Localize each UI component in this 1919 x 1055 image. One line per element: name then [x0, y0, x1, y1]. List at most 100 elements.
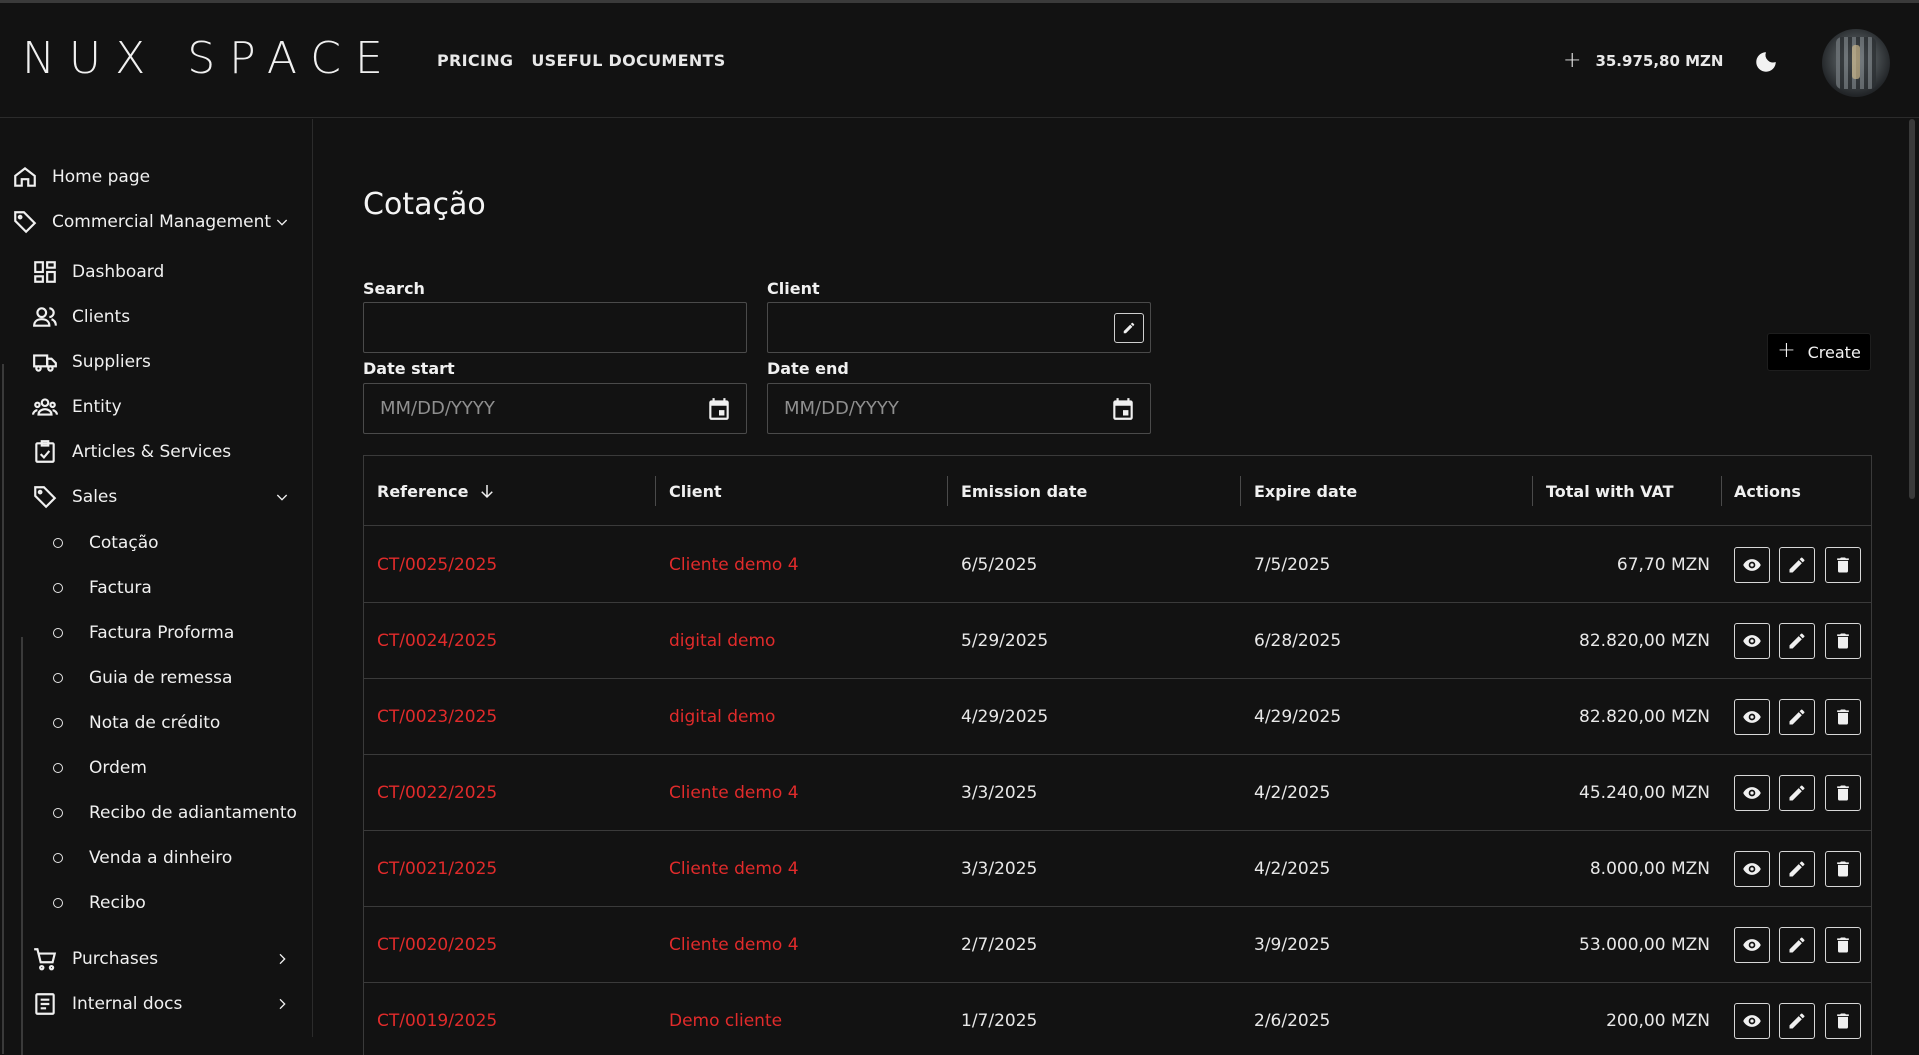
- sidebar-item-sales[interactable]: Sales: [32, 484, 292, 510]
- column-header-expire-date[interactable]: Expire date: [1254, 456, 1357, 526]
- moon-icon[interactable]: [1753, 49, 1779, 75]
- delete-button[interactable]: [1825, 851, 1861, 887]
- reference-link[interactable]: CT/0021/2025: [377, 831, 497, 907]
- delete-button[interactable]: [1825, 927, 1861, 963]
- bullet-icon: [53, 538, 63, 548]
- reference-link[interactable]: CT/0025/2025: [377, 527, 497, 603]
- sidebar-item-dashboard[interactable]: Dashboard: [32, 259, 164, 285]
- date-end-input[interactable]: [768, 384, 1150, 433]
- trash-icon: [1837, 785, 1849, 801]
- sidebar-item-label: Entity: [72, 397, 122, 417]
- view-button[interactable]: [1734, 623, 1770, 659]
- delete-button[interactable]: [1825, 547, 1861, 583]
- create-button[interactable]: + Create: [1767, 333, 1871, 371]
- delete-button[interactable]: [1825, 775, 1861, 811]
- delete-button[interactable]: [1825, 623, 1861, 659]
- delete-button[interactable]: [1825, 699, 1861, 735]
- reference-link[interactable]: CT/0019/2025: [377, 983, 497, 1055]
- sidebar-subitem-recibo-de-adiantamento[interactable]: Recibo de adiantamento: [53, 803, 297, 823]
- sidebar-item-entity[interactable]: Entity: [32, 394, 122, 420]
- view-button[interactable]: [1734, 775, 1770, 811]
- view-button[interactable]: [1734, 699, 1770, 735]
- emission-date-cell: 3/3/2025: [961, 859, 1038, 879]
- sidebar-item-internal-docs[interactable]: Internal docs: [32, 991, 292, 1017]
- sidebar-subitem-cotacao[interactable]: Cotação: [53, 533, 159, 553]
- date-start-input[interactable]: [364, 384, 746, 433]
- sidebar-item-label: Recibo: [89, 893, 146, 913]
- view-button[interactable]: [1734, 1003, 1770, 1039]
- client-link[interactable]: Cliente demo 4: [669, 907, 799, 983]
- edit-button[interactable]: [1779, 623, 1815, 659]
- search-input[interactable]: [364, 303, 746, 352]
- sidebar-item-clients[interactable]: Clients: [32, 304, 130, 330]
- view-button[interactable]: [1734, 927, 1770, 963]
- delete-button[interactable]: [1825, 1003, 1861, 1039]
- sidebar-subitem-guia-de-remessa[interactable]: Guia de remessa: [53, 668, 232, 688]
- sidebar-subitem-nota-de-credito[interactable]: Nota de crédito: [53, 713, 220, 733]
- sidebar-subitem-ordem[interactable]: Ordem: [53, 758, 147, 778]
- sidebar-subitem-recibo[interactable]: Recibo: [53, 893, 146, 913]
- client-input[interactable]: [768, 303, 1150, 352]
- client-link[interactable]: digital demo: [669, 603, 775, 679]
- emission-date-cell: 6/5/2025: [961, 555, 1038, 575]
- sidebar-item-articles-services[interactable]: Articles & Services: [32, 439, 231, 465]
- bullet-icon: [53, 718, 63, 728]
- client-link[interactable]: Cliente demo 4: [669, 527, 799, 603]
- calendar-icon[interactable]: [706, 396, 732, 422]
- bullet-icon: [53, 808, 63, 818]
- nav-link-pricing[interactable]: PRICING: [437, 51, 513, 70]
- client-link[interactable]: Cliente demo 4: [669, 755, 799, 831]
- sidebar-subitem-factura[interactable]: Factura: [53, 578, 152, 598]
- reference-link[interactable]: CT/0024/2025: [377, 603, 497, 679]
- reference-link[interactable]: CT/0023/2025: [377, 679, 497, 755]
- plus-icon: +: [1563, 48, 1582, 73]
- bullet-icon: [53, 628, 63, 638]
- column-separator: [1532, 476, 1533, 506]
- client-link[interactable]: digital demo: [669, 679, 775, 755]
- edit-button[interactable]: [1779, 1003, 1815, 1039]
- total-cell: 8.000,00 MZN: [1589, 859, 1710, 879]
- sidebar-item-label: Venda a dinheiro: [89, 848, 233, 868]
- column-header-client[interactable]: Client: [669, 456, 722, 526]
- column-header-emission-date[interactable]: Emission date: [961, 456, 1087, 526]
- client-edit-button[interactable]: [1114, 313, 1144, 343]
- table-row: CT/0022/2025 Cliente demo 4 3/3/2025 4/2…: [364, 755, 1871, 831]
- reference-link[interactable]: CT/0020/2025: [377, 907, 497, 983]
- edit-button[interactable]: [1779, 775, 1815, 811]
- user-avatar[interactable]: [1822, 29, 1890, 97]
- page-scrollbar[interactable]: [1909, 119, 1915, 499]
- edit-icon: [1789, 785, 1805, 801]
- sidebar-item-label: Sales: [72, 487, 118, 507]
- cart-icon: [34, 948, 57, 971]
- sidebar-subitem-venda-a-dinheiro[interactable]: Venda a dinheiro: [53, 848, 232, 868]
- sidebar-item-label: Factura: [89, 578, 152, 598]
- column-header-reference[interactable]: Reference: [377, 456, 496, 526]
- table-row: CT/0019/2025 Demo cliente 1/7/2025 2/6/2…: [364, 983, 1871, 1055]
- emission-date-cell: 4/29/2025: [961, 707, 1049, 727]
- sidebar-item-commercial-management[interactable]: Commercial Management: [12, 209, 292, 235]
- edit-button[interactable]: [1779, 927, 1815, 963]
- client-link[interactable]: Demo cliente: [669, 983, 782, 1055]
- reference-link[interactable]: CT/0022/2025: [377, 755, 497, 831]
- column-separator: [655, 476, 656, 506]
- total-cell: 67,70 MZN: [1616, 555, 1710, 575]
- balance-button[interactable]: + 35.975,80 MZN: [1563, 50, 1723, 72]
- edit-button[interactable]: [1779, 851, 1815, 887]
- edit-icon: [1789, 1013, 1805, 1029]
- view-button[interactable]: [1734, 851, 1770, 887]
- sidebar-subitem-factura-proforma[interactable]: Factura Proforma: [53, 623, 234, 643]
- edit-icon: [1789, 937, 1805, 953]
- app-logo[interactable]: NUX SPACE: [22, 33, 397, 84]
- expire-date-cell: 4/2/2025: [1254, 859, 1331, 879]
- sidebar-item-suppliers[interactable]: Suppliers: [32, 349, 151, 375]
- sidebar-item-home[interactable]: Home page: [12, 164, 150, 190]
- create-button-label: Create: [1807, 342, 1861, 362]
- sidebar-item-purchases[interactable]: Purchases: [32, 946, 292, 972]
- view-button[interactable]: [1734, 547, 1770, 583]
- edit-button[interactable]: [1779, 699, 1815, 735]
- column-header-total-with-vat[interactable]: Total with VAT: [1546, 456, 1674, 526]
- edit-button[interactable]: [1779, 547, 1815, 583]
- client-link[interactable]: Cliente demo 4: [669, 831, 799, 907]
- calendar-icon[interactable]: [1110, 396, 1136, 422]
- nav-link-useful-documents[interactable]: USEFUL DOCUMENTS: [531, 51, 725, 70]
